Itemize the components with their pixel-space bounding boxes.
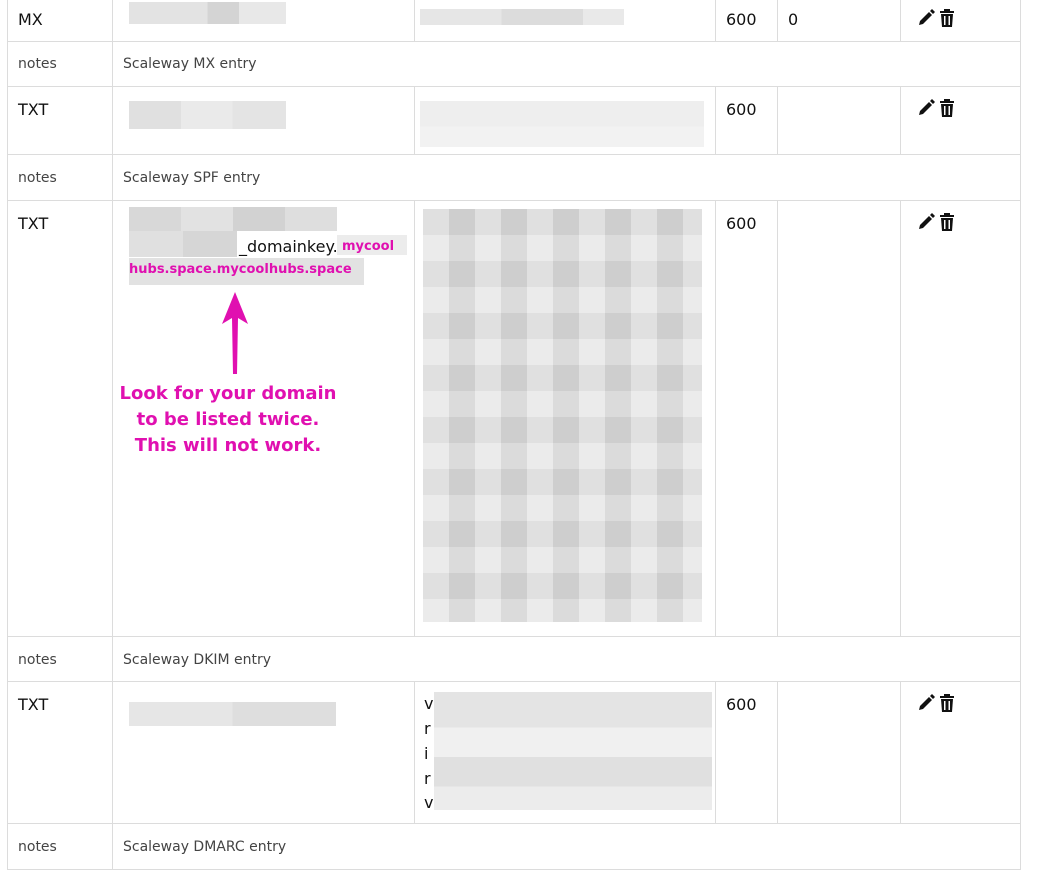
record-ttl: 600 (726, 10, 757, 29)
redacted-name (129, 702, 336, 726)
notes-label: notes (18, 839, 57, 855)
notes-label: notes (18, 56, 57, 72)
notes-row: notes Scaleway MX entry (7, 42, 1021, 87)
record-type: TXT (18, 695, 49, 714)
record-type: TXT (18, 100, 49, 119)
record-type: TXT (18, 214, 49, 233)
notes-text: Scaleway DKIM entry (123, 652, 272, 668)
pencil-icon[interactable] (917, 9, 935, 27)
annotation-arrow (222, 292, 248, 374)
redacted-name (129, 101, 286, 129)
record-actions (917, 9, 955, 27)
trash-icon[interactable] (939, 694, 955, 712)
trash-icon[interactable] (939, 99, 955, 117)
dmarc-value-char: r (424, 769, 431, 788)
record-actions (917, 213, 955, 231)
dmarc-value-char: r (424, 719, 431, 738)
trash-icon[interactable] (939, 213, 955, 231)
pencil-icon[interactable] (917, 213, 935, 231)
notes-label: notes (18, 170, 57, 186)
record-actions (917, 99, 955, 117)
trash-icon[interactable] (939, 9, 955, 27)
notes-row: notes Scaleway SPF entry (7, 155, 1021, 201)
record-priority: 0 (788, 10, 799, 29)
annotation-line: This will not work. (134, 435, 322, 456)
dmarc-value-char: i (424, 744, 429, 763)
pencil-icon[interactable] (917, 694, 935, 712)
redacted-name (129, 231, 237, 257)
pencil-icon[interactable] (917, 99, 935, 117)
table-row: TXT 600 (7, 87, 1021, 155)
duplicate-domain-highlight: mycool (342, 239, 395, 254)
record-ttl: 600 (726, 100, 757, 119)
dmarc-value-char: v (424, 694, 434, 713)
notes-text: Scaleway MX entry (123, 56, 257, 72)
record-ttl: 600 (726, 214, 757, 233)
table-row: MX 600 0 (7, 0, 1021, 42)
redacted-value (420, 9, 624, 25)
redacted-name (129, 2, 286, 24)
record-ttl: 600 (726, 695, 757, 714)
redacted-value (434, 692, 712, 810)
annotation-text: Look for your domain to be listed twice.… (118, 381, 338, 459)
notes-row: notes Scaleway DMARC entry (7, 824, 1021, 870)
redacted-value (420, 101, 704, 147)
dkim-name-suffix: _domainkey. (239, 237, 338, 256)
record-actions (917, 694, 955, 712)
table-row: TXT v r i r v 600 (7, 682, 1021, 824)
notes-row: notes Scaleway DKIM entry (7, 637, 1021, 682)
record-type: MX (18, 10, 43, 29)
annotation-line: Look for your domain (119, 383, 337, 404)
redacted-value (423, 209, 702, 622)
redacted-name (129, 207, 337, 231)
annotation-line: to be listed twice. (136, 409, 320, 430)
dmarc-value-char: v (424, 793, 434, 812)
notes-text: Scaleway DMARC entry (123, 839, 287, 855)
duplicate-domain-highlight: hubs.space.mycoolhubs.space (129, 262, 352, 277)
notes-text: Scaleway SPF entry (123, 170, 261, 186)
notes-label: notes (18, 652, 57, 668)
